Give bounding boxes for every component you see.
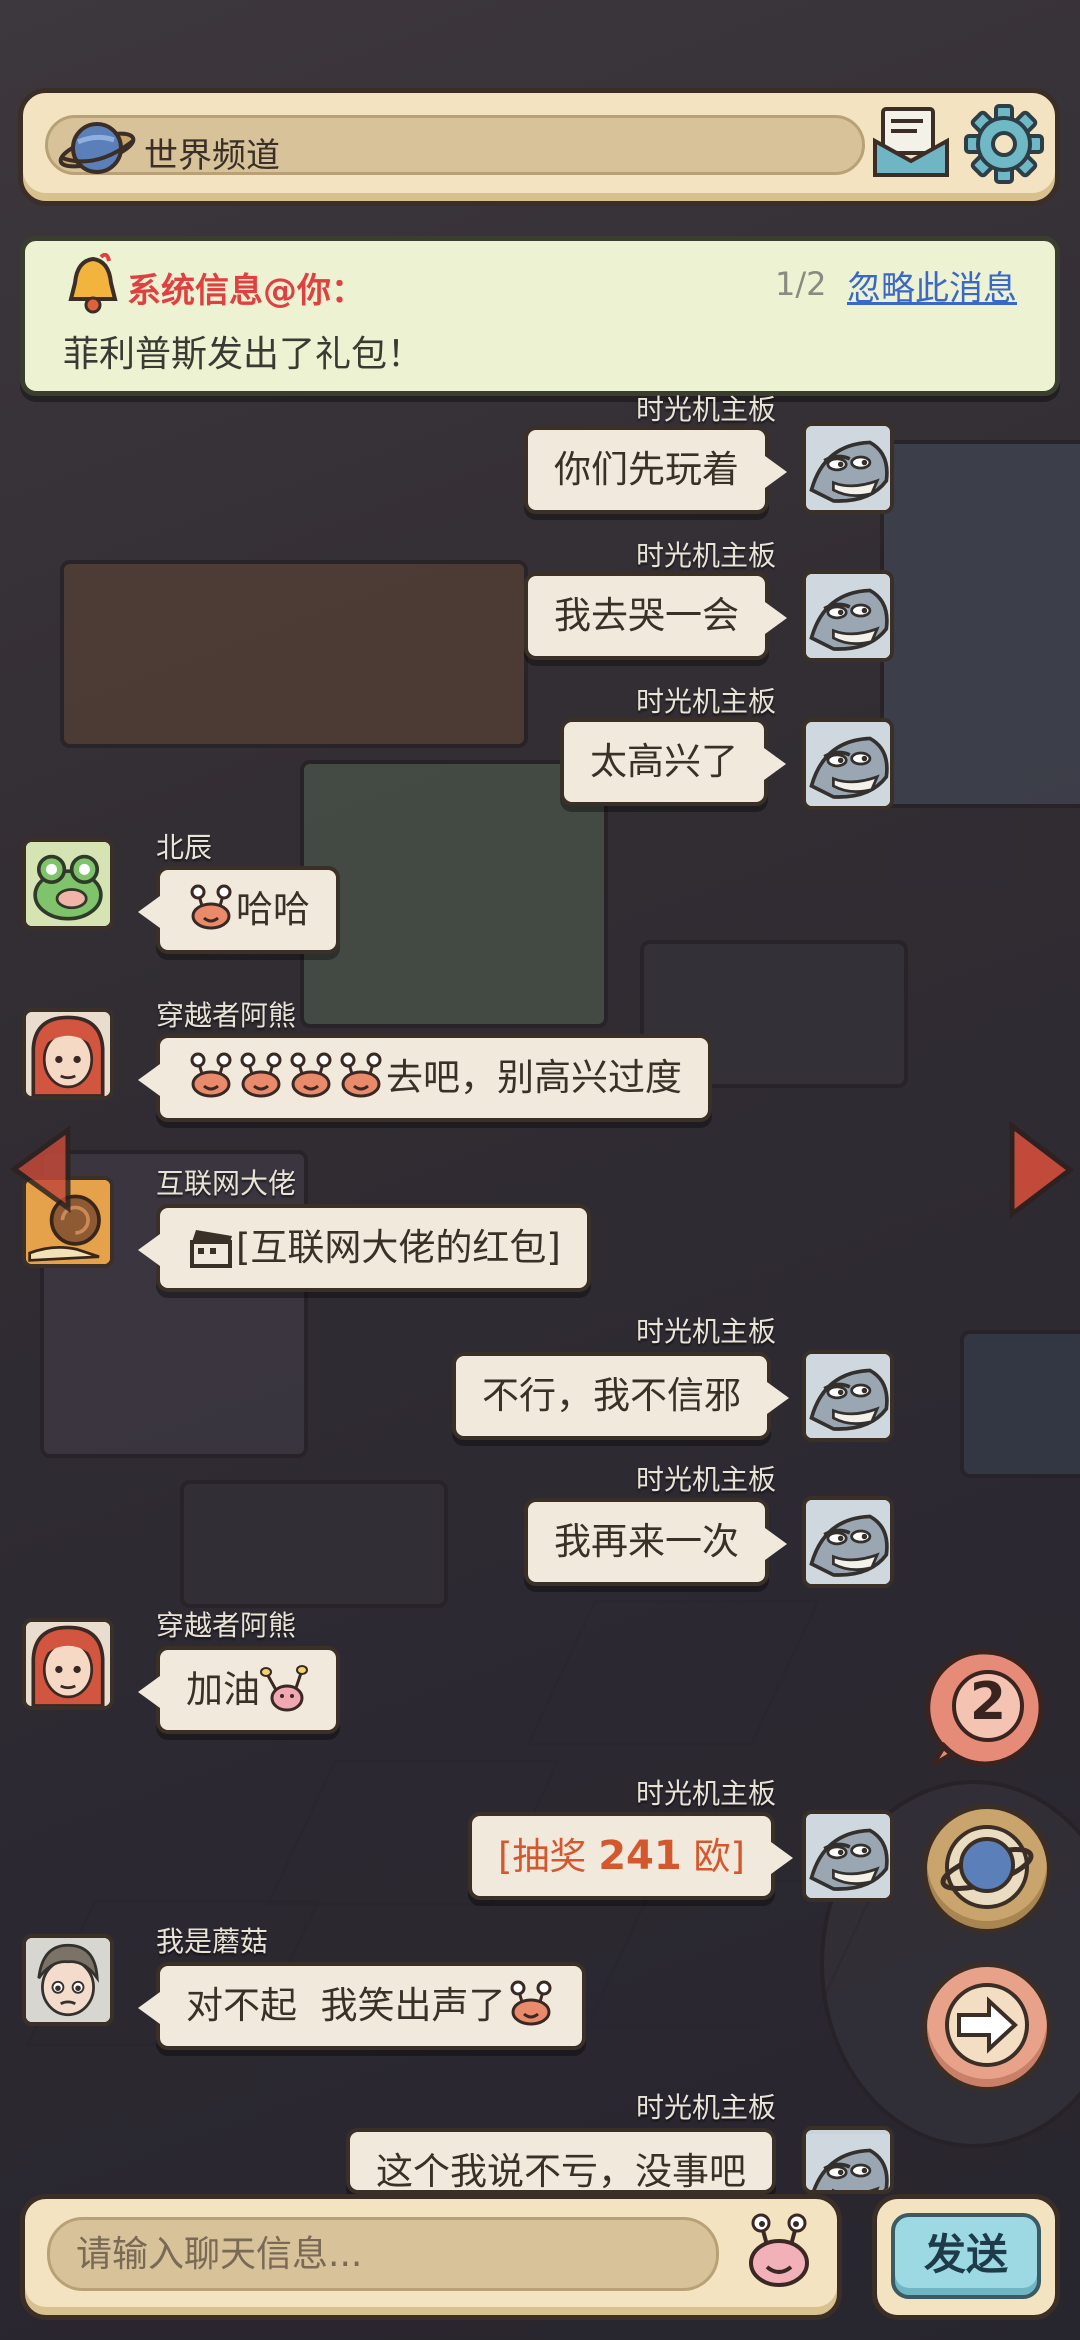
avatar-girl-icon: [26, 1622, 110, 1706]
crab-emoji-icon: [186, 1052, 236, 1102]
notice-page-indicator: 1/2: [775, 265, 827, 303]
avatar-girl-icon: [26, 1012, 110, 1096]
crab-emoji-icon: [506, 1980, 556, 2030]
avatar[interactable]: [802, 1496, 894, 1588]
chat-text: 加油: [186, 1668, 260, 1711]
avatar[interactable]: [22, 1618, 114, 1710]
crab-emoji-icon: [236, 1052, 286, 1102]
chat-bubble[interactable]: 太高兴了: [560, 718, 786, 806]
avatar-boy-icon: [26, 1938, 110, 2022]
sender-name: 北辰: [156, 831, 213, 864]
crab-emoji-icon: [336, 1052, 386, 1102]
avatar[interactable]: [802, 422, 894, 514]
sender-name: 时光机主板: [636, 685, 777, 718]
channel-selector[interactable]: 世界频道: [45, 115, 865, 176]
avatar-fish-icon: [806, 1500, 890, 1584]
avatar-fish-icon: [806, 2130, 890, 2194]
send-button[interactable]: 发送: [891, 2213, 1041, 2299]
chat-bubble[interactable]: 加油: [138, 1646, 340, 1734]
chat-text: 对不起 我笑出声了: [186, 1984, 506, 2027]
lottery-bubble[interactable]: [抽奖 241 欧]: [468, 1812, 793, 1900]
scroll-right-arrow-icon[interactable]: [1004, 1120, 1076, 1220]
avatar[interactable]: [802, 1810, 894, 1902]
avatar-frog-icon: [26, 842, 110, 926]
avatar[interactable]: [802, 718, 894, 810]
world-channel-button[interactable]: [922, 1804, 1052, 1934]
crab-emoji-icon: [186, 884, 236, 934]
chat-bubble[interactable]: 不行，我不信邪: [452, 1352, 789, 1440]
chat-bubble[interactable]: 我再来一次: [524, 1498, 787, 1586]
red-packet-bubble[interactable]: [互联网大佬的红包]: [138, 1204, 591, 1292]
forward-button[interactable]: [922, 1962, 1052, 2092]
sender-name: 时光机主板: [636, 1315, 777, 1348]
emoji-button-icon[interactable]: [737, 2209, 821, 2293]
notice-text: 菲利普斯发出了礼包！: [63, 334, 424, 375]
scroll-left-arrow-icon[interactable]: [6, 1124, 76, 1214]
chat-bubble[interactable]: 去吧，别高兴过度: [138, 1034, 712, 1122]
avatar[interactable]: [22, 1008, 114, 1100]
chat-input-bar: [20, 2194, 842, 2320]
avatar-fish-icon: [806, 574, 890, 658]
gear-icon[interactable]: [963, 103, 1045, 185]
clapperboard-icon: [190, 1229, 232, 1268]
unread-mentions-button[interactable]: 2: [922, 1644, 1052, 1774]
chat-bubble[interactable]: 我去哭一会: [524, 572, 787, 660]
crab-emoji-icon: [286, 1052, 336, 1102]
sender-name: 我是蘑菇: [156, 1925, 269, 1958]
unread-badge-count: 2: [969, 1672, 1007, 1732]
chat-text: 去吧，别高兴过度: [386, 1056, 682, 1099]
arrow-right-icon: [945, 1983, 1029, 2067]
avatar[interactable]: [802, 2126, 894, 2194]
sender-name: 穿越者阿熊: [156, 999, 297, 1032]
avatar[interactable]: [802, 1350, 894, 1442]
chat-bubble[interactable]: 哈哈: [138, 866, 340, 954]
planet-icon: [58, 122, 136, 174]
avatar[interactable]: [22, 838, 114, 930]
bell-icon: [68, 253, 118, 314]
chat-bubble[interactable]: 你们先玩着: [524, 426, 787, 514]
avatar-fish-icon: [806, 1354, 890, 1438]
sender-name: 时光机主板: [636, 2091, 777, 2124]
sender-name: 时光机主板: [636, 539, 777, 572]
planet-icon: [940, 1825, 1034, 1909]
lottery-prefix: [抽奖: [498, 1835, 599, 1878]
avatar-fish-icon: [806, 1814, 890, 1898]
send-button-frame: 发送: [872, 2194, 1060, 2320]
avatar[interactable]: [802, 570, 894, 662]
sender-name: 穿越者阿熊: [156, 1609, 297, 1642]
avatar-fish-icon: [806, 426, 890, 510]
channel-label: 世界频道: [144, 136, 280, 176]
mail-icon[interactable]: [871, 105, 951, 181]
chat-text: [互联网大佬的红包]: [236, 1226, 561, 1269]
chat-text: 哈哈: [236, 888, 310, 931]
sender-name: 时光机主板: [636, 1463, 777, 1496]
sender-name: 时光机主板: [636, 393, 777, 426]
avatar-fish-icon: [806, 722, 890, 806]
ignore-message-link[interactable]: 忽略此消息: [847, 261, 1017, 310]
cheer-emoji-icon: [260, 1664, 310, 1714]
sender-name: 时光机主板: [636, 1777, 777, 1810]
channel-top-bar: 世界频道: [18, 88, 1060, 206]
avatar[interactable]: [22, 1934, 114, 2026]
chat-bubble[interactable]: 对不起 我笑出声了: [138, 1962, 586, 2050]
chat-bubble[interactable]: 这个我说不亏，没事吧: [346, 2128, 776, 2194]
lottery-number: 241: [598, 1833, 682, 1879]
chat-input[interactable]: [47, 2217, 719, 2291]
system-notice: 系统信息@你： 1/2 忽略此消息 菲利普斯发出了礼包！: [20, 236, 1060, 396]
sender-name: 互联网大佬: [156, 1167, 297, 1200]
lottery-suffix: 欧]: [681, 1835, 745, 1878]
notice-title: 系统信息@你：: [127, 271, 365, 311]
